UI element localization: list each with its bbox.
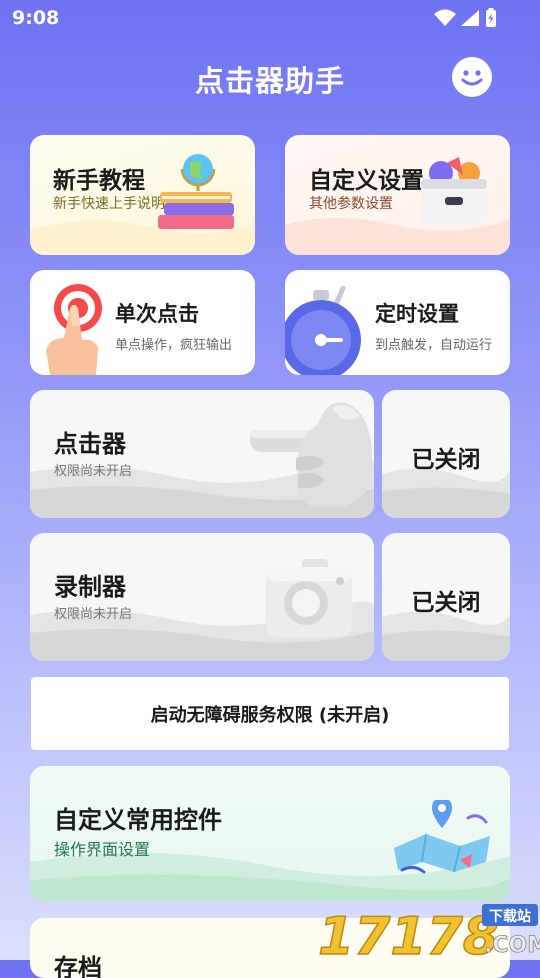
accessibility-permission-label: 启动无障碍服务权限 (未开启) bbox=[150, 704, 390, 726]
recorder-card[interactable]: 录制器 权限尚未开启 bbox=[30, 533, 374, 661]
timer-subtitle: 到点触发，自动运行 bbox=[375, 338, 493, 353]
status-time: 9:08 bbox=[12, 7, 60, 29]
pointing-hand-icon bbox=[250, 402, 373, 506]
wifi-icon bbox=[434, 9, 456, 26]
clicker-card[interactable]: 点击器 权限尚未开启 bbox=[30, 390, 374, 518]
timer-title: 定时设置 bbox=[375, 302, 459, 326]
status-bar: 9:08 bbox=[0, 0, 540, 36]
accessibility-permission-button[interactable]: 启动无障碍服务权限 (未开启) bbox=[31, 677, 509, 750]
custom-settings-card[interactable]: 自定义设置 其他参数设置 bbox=[285, 135, 510, 255]
recorder-status-label: 已关闭 bbox=[411, 590, 481, 616]
books-globe-icon bbox=[158, 154, 234, 229]
toolbox-icon bbox=[421, 157, 487, 223]
single-click-card[interactable]: 单次点击 单点操作，疯狂输出 bbox=[30, 270, 255, 375]
recorder-status-card[interactable]: 已关闭 bbox=[382, 533, 510, 661]
clicker-status-label: 已关闭 bbox=[411, 447, 481, 473]
svg-text:.COM: .COM bbox=[484, 933, 540, 958]
custom-settings-subtitle: 其他参数设置 bbox=[309, 196, 393, 212]
tutorial-subtitle: 新手快速上手说明 bbox=[53, 196, 165, 212]
tutorial-title: 新手教程 bbox=[53, 168, 145, 194]
recorder-subtitle: 权限尚未开启 bbox=[54, 607, 133, 622]
map-pin-icon bbox=[394, 800, 490, 874]
camera-icon bbox=[266, 559, 352, 637]
custom-widgets-card[interactable]: 自定义常用控件 操作界面设置 bbox=[30, 766, 510, 902]
single-click-subtitle: 单点操作，疯狂输出 bbox=[115, 338, 233, 353]
stopwatch-icon bbox=[285, 286, 361, 375]
clicker-status-card[interactable]: 已关闭 bbox=[382, 390, 510, 518]
tap-hand-icon bbox=[46, 284, 102, 375]
timer-card[interactable]: 定时设置 到点触发，自动运行 bbox=[285, 270, 510, 375]
watermark-logo: 17178 下载站 .COM bbox=[317, 904, 540, 960]
tutorial-card[interactable]: 新手教程 新手快速上手说明 bbox=[30, 135, 255, 255]
svg-text:17178: 17178 bbox=[318, 907, 499, 960]
feedback-button[interactable] bbox=[452, 57, 492, 97]
svg-text:下载站: 下载站 bbox=[489, 908, 531, 925]
custom-settings-title: 自定义设置 bbox=[309, 168, 424, 194]
custom-widgets-title: 自定义常用控件 bbox=[54, 806, 222, 834]
clicker-title: 点击器 bbox=[54, 430, 126, 458]
custom-widgets-subtitle: 操作界面设置 bbox=[54, 840, 151, 859]
single-click-title: 单次点击 bbox=[115, 302, 199, 326]
signal-icon bbox=[461, 10, 479, 26]
status-icons bbox=[434, 8, 496, 27]
archive-title: 存档 bbox=[54, 954, 102, 978]
clicker-subtitle: 权限尚未开启 bbox=[54, 464, 133, 479]
recorder-title: 录制器 bbox=[54, 573, 126, 601]
smile-icon bbox=[461, 70, 483, 86]
